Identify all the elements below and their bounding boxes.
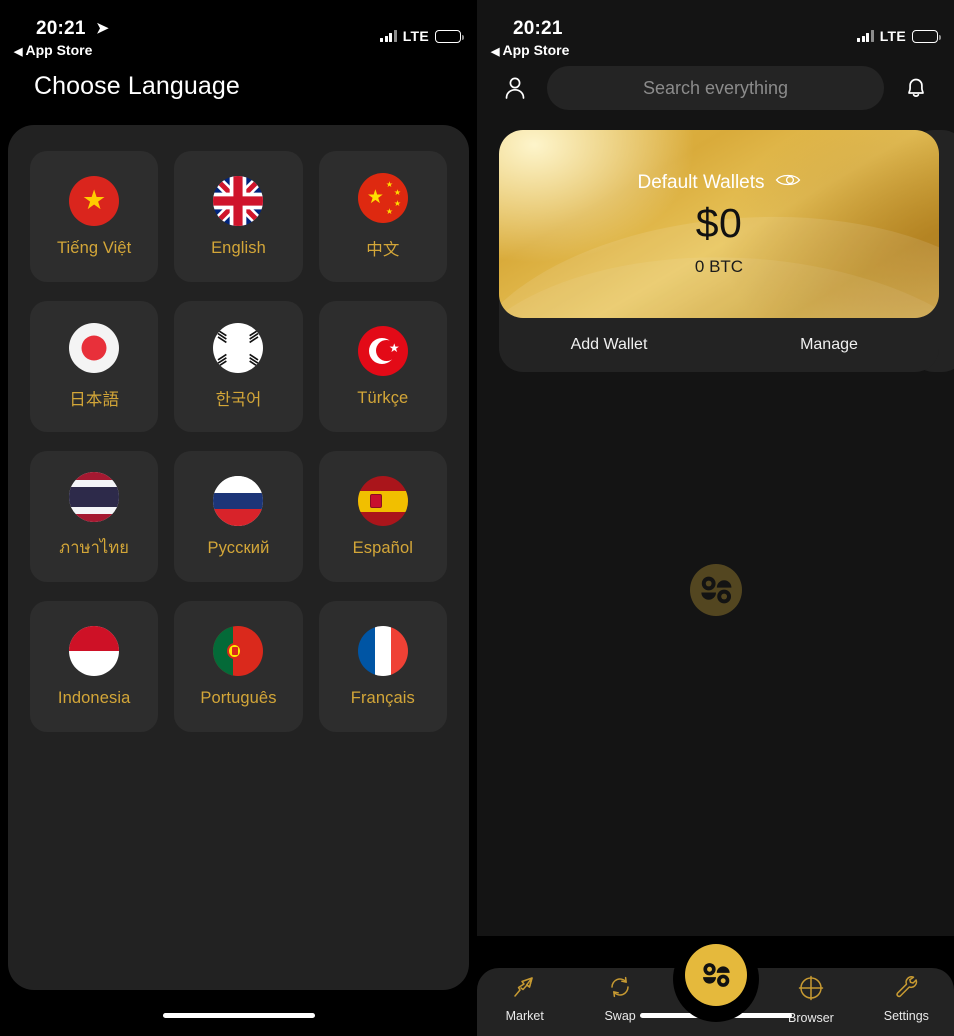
wallet-fiat-balance: $0 [695, 199, 743, 246]
tab-settings[interactable]: Settings [859, 974, 954, 1023]
wallet-name: Default Wallets [637, 171, 765, 193]
language-label: ภาษาไทย [59, 539, 130, 557]
tab-market[interactable]: Market [477, 974, 572, 1023]
app-logo-icon-watermark [689, 564, 742, 616]
language-tile-russian[interactable]: Русский [174, 451, 303, 582]
person-icon[interactable] [495, 68, 535, 108]
language-label: 中文 [366, 241, 400, 259]
status-time: 20:21 [513, 18, 563, 40]
back-label: App Store [25, 42, 93, 58]
language-label: 한국어 [215, 391, 262, 409]
app-header: Search everything [477, 62, 954, 114]
signal-bars-icon [857, 30, 874, 42]
language-label: Türkçe [357, 388, 409, 407]
language-tile-turkish[interactable]: ★ Türkçe [318, 301, 447, 432]
bell-icon[interactable] [896, 68, 936, 108]
page-title: Choose Language [34, 72, 240, 100]
status-indicators: LTE [380, 28, 464, 44]
home-indicator[interactable] [162, 1013, 315, 1018]
location-arrow-icon: ➤ [96, 20, 109, 37]
flag-indonesia-icon [69, 625, 120, 676]
wallet-card-actions: Add Wallet Manage [499, 318, 939, 372]
flag-spain-icon [357, 475, 408, 526]
wallet-card: Default Wallets $0 0 BTC Add Wallet Mana… [499, 130, 939, 372]
right-status-bar: 20:21 ◀ App Store LTE [477, 0, 954, 60]
flag-south-korea-icon [213, 323, 264, 373]
network-type-label: LTE [402, 28, 429, 44]
flag-united-kingdom-icon [213, 175, 264, 226]
flag-portugal-icon [213, 625, 264, 676]
eye-icon[interactable] [775, 172, 801, 193]
search-placeholder: Search everything [642, 77, 789, 98]
tab-label: Market [505, 1009, 544, 1023]
app-logo-center-button[interactable] [684, 944, 747, 1006]
language-tile-japanese[interactable]: 日本語 [30, 301, 159, 432]
flag-china-icon: ★ ★ ★ ★ ★ [357, 173, 408, 223]
language-label: Indonesia [57, 688, 131, 707]
signal-bars-icon [380, 30, 397, 42]
back-to-app-store-link[interactable]: ◀ App Store [14, 42, 92, 58]
wallet-balance-card[interactable]: Default Wallets $0 0 BTC [499, 130, 939, 318]
flag-france-icon [357, 625, 408, 676]
dual-screenshot-container: 20:21 ➤ ◀ App Store LTE Choose Language ★… [0, 0, 954, 1036]
wrench-icon [893, 974, 919, 1005]
language-label: Português [200, 688, 277, 707]
network-type-label: LTE [879, 28, 906, 44]
search-input[interactable]: Search everything [547, 66, 884, 110]
crosshair-globe-icon [797, 974, 825, 1007]
tab-label: Swap [604, 1009, 636, 1023]
language-label: Français [350, 688, 415, 707]
bottom-tab-bar: Market Swap Browser Settings [477, 936, 954, 1036]
add-wallet-button[interactable]: Add Wallet [499, 336, 719, 354]
language-tile-english[interactable]: English [174, 151, 303, 282]
battery-low-icon [435, 29, 464, 43]
status-time-text: 20:21 [513, 18, 563, 39]
language-tile-portuguese[interactable]: Português [174, 601, 303, 732]
lightning-arrow-icon [512, 974, 538, 1005]
language-label: 日本語 [69, 391, 120, 409]
language-label: Español [352, 538, 413, 557]
flag-thailand-icon [69, 472, 120, 522]
back-caret-icon: ◀ [491, 46, 500, 58]
flag-vietnam-icon: ★ [69, 175, 120, 226]
wallet-crypto-balance: 0 BTC [694, 256, 744, 276]
swap-circular-arrows-icon [607, 974, 633, 1005]
battery-low-icon [912, 29, 941, 43]
wallet-name-row: Default Wallets [637, 172, 800, 194]
language-label: Русский [207, 538, 270, 557]
back-caret-icon: ◀ [14, 46, 23, 58]
language-panel: ★ Tiếng Việt English ★ ★ ★ ★ ★ 中文 日本語 한국… [8, 125, 469, 990]
language-grid: ★ Tiếng Việt English ★ ★ ★ ★ ★ 中文 日本語 한국… [30, 151, 447, 732]
flag-turkey-icon: ★ [357, 325, 408, 376]
status-time-text: 20:21 [36, 18, 86, 39]
status-indicators: LTE [857, 28, 941, 44]
left-phone-screen: 20:21 ➤ ◀ App Store LTE Choose Language ★… [0, 0, 477, 1036]
language-label: Tiếng Việt [56, 238, 132, 257]
language-tile-chinese[interactable]: ★ ★ ★ ★ ★ 中文 [318, 151, 447, 282]
tab-label: Browser [788, 1011, 834, 1025]
status-time: 20:21 ➤ [36, 18, 109, 40]
flag-russia-icon [213, 475, 264, 526]
tab-label: Settings [883, 1009, 929, 1023]
back-label: App Store [502, 42, 570, 58]
language-label: English [211, 238, 266, 257]
language-tile-vietnamese[interactable]: ★ Tiếng Việt [30, 151, 159, 282]
language-tile-french[interactable]: Français [318, 601, 447, 732]
flag-japan-icon [69, 323, 120, 373]
wallet-card-carousel[interactable]: Default Wallets $0 0 BTC Add Wallet Mana… [477, 130, 954, 372]
right-phone-screen: 20:21 ◀App Store LTE Search everything [477, 0, 954, 1036]
language-tile-korean[interactable]: 한국어 [174, 301, 303, 432]
language-tile-indonesian[interactable]: Indonesia [30, 601, 159, 732]
left-status-bar: 20:21 ➤ ◀ App Store LTE [0, 0, 477, 60]
back-to-app-store-link[interactable]: ◀ App Store [491, 42, 569, 58]
manage-wallet-button[interactable]: Manage [719, 336, 939, 354]
app-logo-icon [702, 963, 730, 987]
language-tile-thai[interactable]: ภาษาไทย [30, 451, 159, 582]
language-tile-spanish[interactable]: Español [318, 451, 447, 582]
